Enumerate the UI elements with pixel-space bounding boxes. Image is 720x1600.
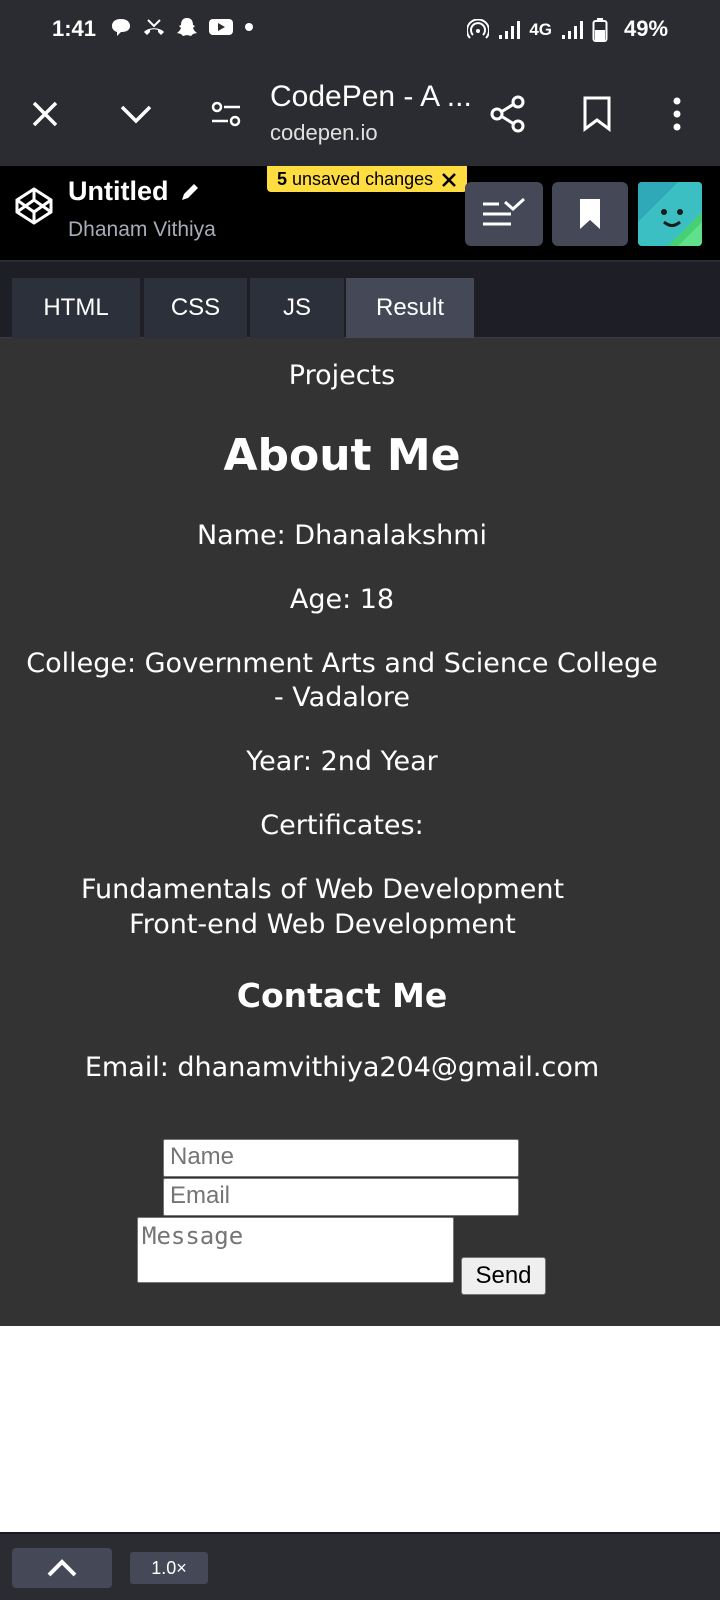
name-text: Name: Dhanalakshmi (196, 520, 488, 551)
tab-css[interactable]: CSS (144, 278, 247, 338)
user-avatar[interactable] (638, 182, 702, 246)
contact-heading: Contact Me (236, 976, 448, 1015)
email-text: Email: dhanamvithiya204@gmail.com (84, 1052, 600, 1083)
share-button[interactable] (480, 86, 536, 142)
snapchat-icon (177, 18, 197, 36)
age-text: Age: 18 (289, 584, 395, 615)
codepen-logo-icon[interactable] (14, 186, 54, 226)
youtube-icon (209, 19, 233, 35)
email-input[interactable]: Email (163, 1178, 519, 1216)
close-icon[interactable] (441, 172, 457, 188)
unsaved-changes-badge[interactable]: 5 unsaved changes (267, 166, 468, 192)
status-time: 1:41 (52, 16, 97, 41)
browser-toolbar: CodePen - A ... codepen.io (0, 60, 720, 166)
chevron-up-icon (47, 1559, 77, 1577)
unsaved-count: 5 (277, 169, 288, 189)
expand-console-button[interactable] (12, 1548, 112, 1588)
chat-bubble-icon (112, 19, 130, 36)
bookmark-icon (580, 199, 600, 229)
pen-bookmark-button[interactable] (552, 182, 628, 246)
close-icon (32, 101, 58, 127)
about-heading: About Me (223, 430, 461, 481)
page-url[interactable]: codepen.io (270, 120, 378, 146)
tab-html[interactable]: HTML (12, 278, 140, 338)
edit-pencil-icon[interactable] (179, 181, 201, 203)
hotspot-icon (467, 19, 490, 39)
tab-js[interactable]: JS (250, 278, 344, 338)
projects-link[interactable]: Projects (0, 360, 684, 391)
tab-result[interactable]: Result (346, 278, 474, 338)
minimize-button[interactable] (108, 86, 164, 142)
bookmark-icon (583, 96, 611, 132)
certificates-list: Fundamentals of Web Development Front-en… (0, 872, 645, 942)
status-bar: 1:41 4G 49% (0, 0, 720, 60)
message-textarea[interactable]: Message (137, 1217, 454, 1283)
signal-icon (499, 21, 521, 39)
list-item: Fundamentals of Web Development (80, 874, 565, 905)
share-icon (490, 95, 525, 133)
battery-percent: 49% (624, 16, 669, 41)
page-title: CodePen - A ... (270, 80, 472, 113)
more-vert-icon (673, 97, 681, 131)
bottom-bar: 1.0× (0, 1532, 720, 1600)
college-text-line1: College: Government Arts and Science Col… (26, 648, 658, 679)
editor-tabs: HTML CSS JS Result (0, 262, 720, 338)
chevron-down-icon (120, 105, 152, 124)
close-tab-button[interactable] (17, 86, 73, 142)
more-menu-button[interactable] (649, 86, 705, 142)
list-item: Front-end Web Development (129, 909, 516, 940)
send-button[interactable]: Send (461, 1257, 546, 1295)
pen-title: Untitled (68, 176, 169, 206)
network-type: 4G (529, 20, 552, 39)
tune-icon (211, 101, 241, 127)
layout-list-icon (483, 198, 526, 226)
zoom-level-button[interactable]: 1.0× (130, 1552, 208, 1584)
certificates-label: Certificates: (260, 810, 424, 841)
site-settings-button[interactable] (198, 86, 254, 142)
battery-icon (592, 18, 608, 42)
college-text-line2: - Vadalore (273, 682, 411, 713)
missed-call-icon (144, 19, 164, 35)
avatar-icon (638, 182, 702, 246)
dot-icon (245, 23, 253, 31)
result-preview: Projects About Me Name: Dhanalakshmi Age… (0, 338, 720, 1326)
bookmark-button[interactable] (569, 86, 625, 142)
year-text: Year: 2nd Year (246, 746, 438, 777)
unsaved-label: unsaved changes (292, 169, 434, 189)
codepen-header: Untitled Dhanam Vithiya 5 unsaved change… (0, 166, 720, 262)
name-input[interactable]: Name (163, 1139, 519, 1177)
pen-author[interactable]: Dhanam Vithiya (68, 218, 216, 242)
signal-icon-2 (562, 21, 583, 39)
change-view-button[interactable] (465, 182, 543, 246)
